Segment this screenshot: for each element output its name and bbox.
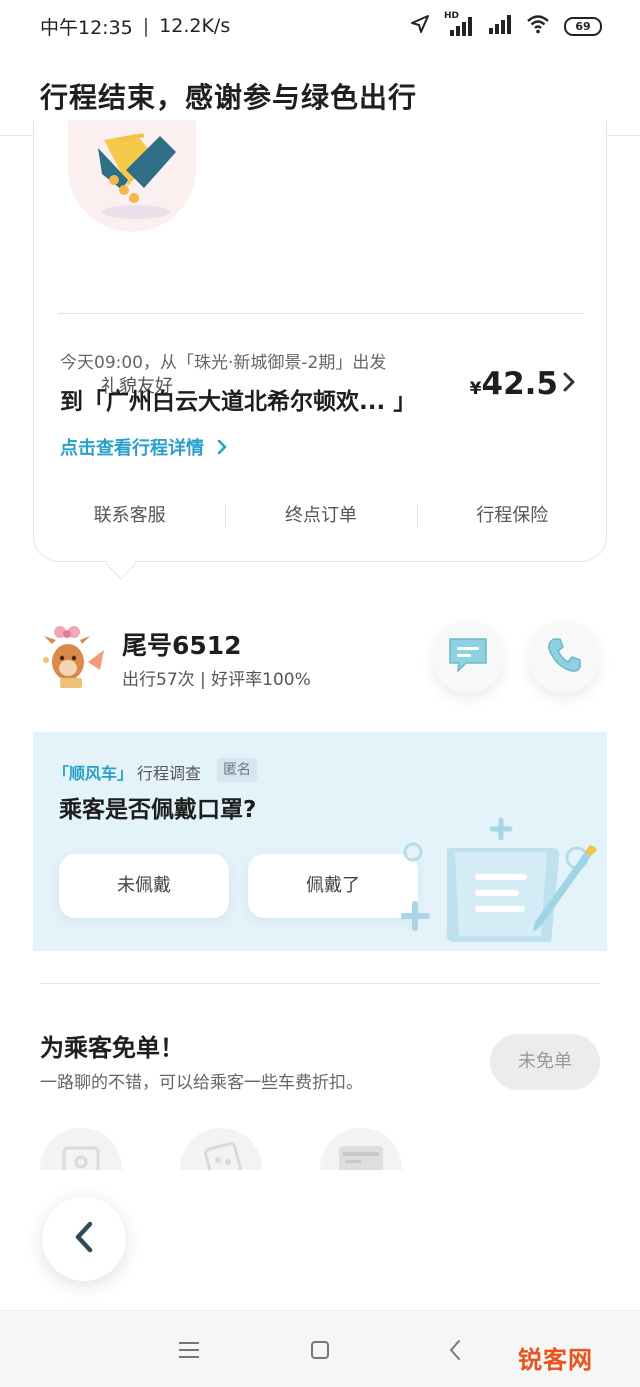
survey-type: 行程调查 [137,764,202,783]
chevron-left-icon [73,1220,95,1258]
back-button[interactable] [42,1197,126,1281]
free-ride-button[interactable]: 未免单 [490,1034,600,1090]
location-arrow-icon [410,14,430,38]
driver-tail-number: 尾号6512 [122,631,242,660]
message-button[interactable] [432,621,504,693]
card-divider [58,313,584,314]
trip-destination: 到「广州白云大道北希尔顿欢... 」 [60,389,417,415]
contact-support-button[interactable]: 联系客服 [34,500,225,540]
hd-signal-icon: HD [444,11,474,37]
signal-icon [488,13,512,39]
discount-option-3-icon[interactable] [320,1128,402,1170]
trip-origin: 今天09:00，从「珠光·新城御景-2期」出发 [60,353,387,373]
status-icons: HD 69 [410,11,602,39]
section-divider [40,983,600,984]
page-title: 行程结束，感谢参与绿色出行 [40,81,418,114]
chevron-right-icon[interactable] [562,370,576,400]
trip-detail-label: 点击查看行程详情 [60,438,204,459]
battery-icon: 69 [564,16,602,36]
clock: 中午12:35 [40,16,133,39]
status-separator: | [142,15,150,37]
phone-icon [544,635,584,679]
trip-detail-link[interactable]: 点击查看行程详情 [60,434,228,460]
option-not-wearing-button[interactable]: 未佩戴 [59,854,229,918]
trip-insurance-button[interactable]: 行程保险 [416,500,608,540]
trip-summary-card: 礼貌友好 今天09:00，从「珠光·新城御景-2期」出发 到「广州白云大道北希尔… [33,120,607,562]
anonymous-badge: 匿名 [217,758,257,782]
discount-option-2-icon[interactable] [180,1128,262,1170]
menu-icon[interactable] [174,1335,204,1365]
watermark: 锐客网 [518,1346,593,1374]
discount-option-1-icon[interactable] [40,1128,122,1170]
survey-scroll-illustration [400,812,607,951]
call-button[interactable] [528,621,600,693]
free-ride-title: 为乘客免单！ [40,1034,184,1062]
driver-stats: 出行57次 | 好评率100% [122,670,311,690]
price-value: 42.5 [481,366,559,402]
survey-question: 乘客是否佩戴口罩? [59,797,257,823]
home-icon[interactable] [305,1335,335,1365]
wifi-icon [526,14,550,38]
destination-order-button[interactable]: 终点订单 [225,500,416,540]
card-actions: 联系客服 终点订单 行程保险 [34,500,608,540]
survey-brand: 「顺风车」 [53,764,134,783]
free-ride-description: 一路聊的不错，可以给乘客一些车费折扣。 [40,1073,363,1093]
nav-back-icon[interactable] [440,1335,470,1365]
trip-price[interactable]: ¥42.5 [470,366,558,402]
message-icon [446,635,490,679]
trip-survey: 「顺风车」 行程调查 匿名 乘客是否佩戴口罩? 未佩戴 佩戴了 [33,732,607,951]
status-bar: 中午12:35 | 12.2K/s HD 69 [0,0,640,52]
avatar[interactable] [38,622,106,690]
courtesy-badge-icon [68,120,196,232]
chevron-right-icon [217,439,227,455]
status-left: 中午12:35 | 12.2K/s [40,13,230,40]
network-speed: 12.2K/s [159,15,231,37]
option-wearing-button[interactable]: 佩戴了 [248,854,418,918]
currency-symbol: ¥ [469,379,482,399]
